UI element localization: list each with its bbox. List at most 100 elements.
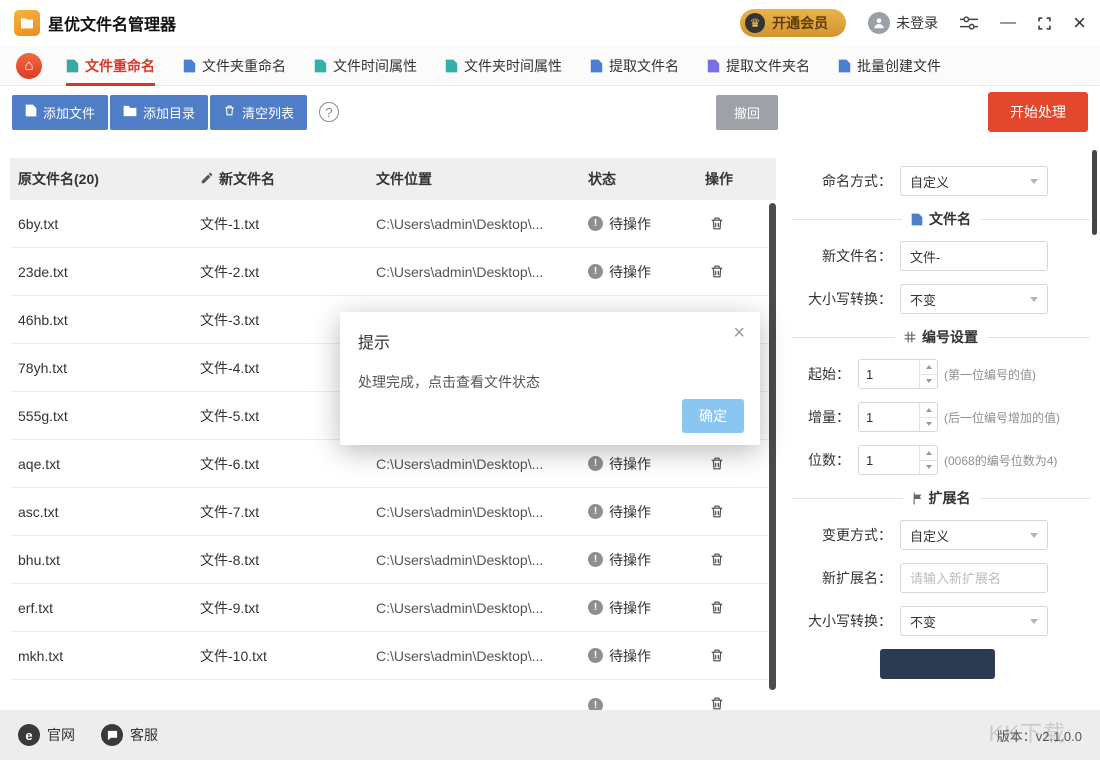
header-status: 状态 xyxy=(580,169,697,189)
new-filename: 文件-2.txt xyxy=(192,262,368,282)
chevron-down-icon xyxy=(1030,619,1038,624)
number-grid-icon xyxy=(904,331,916,343)
increment-input[interactable] xyxy=(859,403,919,431)
tab-icon xyxy=(707,59,720,73)
case-convert-value: 不变 xyxy=(910,290,936,309)
spin-up-icon[interactable] xyxy=(920,403,937,418)
info-icon: ! xyxy=(588,456,603,471)
add-folder-label: 添加目录 xyxy=(143,103,195,122)
clear-list-button[interactable]: 清空列表 xyxy=(210,95,307,130)
user-account[interactable]: 未登录 xyxy=(868,12,938,34)
ext-mode-value: 自定义 xyxy=(910,526,949,545)
vip-button[interactable]: ♛ 开通会员 xyxy=(740,9,846,37)
spin-up-icon[interactable] xyxy=(920,360,937,375)
close-button[interactable]: × xyxy=(1073,12,1086,34)
add-folder-button[interactable]: 添加目录 xyxy=(110,95,208,130)
tab-label: 文件时间属性 xyxy=(333,56,417,76)
new-filename-label: 新文件名： xyxy=(792,246,892,266)
new-ext-input[interactable] xyxy=(900,563,1048,593)
delete-row-button[interactable] xyxy=(709,647,725,664)
login-status: 未登录 xyxy=(896,13,938,33)
naming-mode-select[interactable]: 自定义 xyxy=(900,166,1048,196)
table-row: bhu.txt 文件-8.txt C:\Users\admin\Desktop\… xyxy=(10,536,776,584)
table-row: 23de.txt 文件-2.txt C:\Users\admin\Desktop… xyxy=(10,248,776,296)
official-site-label: 官网 xyxy=(47,725,75,745)
spin-down-icon[interactable] xyxy=(920,461,937,475)
dialog-close-icon[interactable]: × xyxy=(733,323,745,343)
status-text: 待操作 xyxy=(609,214,651,234)
tab[interactable]: 提取文件名 xyxy=(590,46,679,86)
file-location: C:\Users\admin\Desktop\... xyxy=(368,216,580,232)
original-filename: 78yh.txt xyxy=(10,360,192,376)
settings-panel: 命名方式： 自定义 文件名 新文件名： 大小写转换： 不变 xyxy=(792,138,1090,710)
delete-row-button[interactable] xyxy=(709,503,725,520)
increment-stepper[interactable] xyxy=(858,402,938,432)
home-button[interactable]: ⌂ xyxy=(16,53,42,79)
tab[interactable]: 文件重命名 xyxy=(66,46,155,86)
tab[interactable]: 文件夹重命名 xyxy=(183,46,286,86)
titlebar-right: ♛ 开通会员 未登录 — × xyxy=(740,9,1086,37)
delete-row-button[interactable] xyxy=(709,263,725,280)
tab[interactable]: 提取文件夹名 xyxy=(707,46,810,86)
ext-case-select[interactable]: 不变 xyxy=(900,606,1048,636)
title-bar: 星优文件名管理器 ♛ 开通会员 未登录 — × xyxy=(0,0,1100,46)
clipped-action-button[interactable] xyxy=(880,649,995,679)
trash-icon xyxy=(223,104,236,120)
tab-list: 文件重命名 文件夹重命名 文件时间属性 文件夹时间属性 提取文件名 提取文件夹名… xyxy=(66,46,941,86)
file-location: C:\Users\admin\Desktop\... xyxy=(368,648,580,664)
panel-scrollbar[interactable] xyxy=(1092,150,1097,235)
start-number-stepper[interactable] xyxy=(858,359,938,389)
add-file-button[interactable]: 添加文件 xyxy=(12,95,108,130)
spin-down-icon[interactable] xyxy=(920,418,937,432)
dialog-ok-button[interactable]: 确定 xyxy=(682,399,744,433)
naming-mode-value: 自定义 xyxy=(910,172,949,191)
file-status: ! 待操作 xyxy=(580,549,697,570)
undo-button[interactable]: 撤回 xyxy=(716,95,778,130)
delete-row-button[interactable] xyxy=(709,455,725,472)
start-number-input[interactable] xyxy=(859,360,919,388)
new-filename-input[interactable] xyxy=(900,241,1048,271)
spin-down-icon[interactable] xyxy=(920,375,937,389)
status-text: 待操作 xyxy=(609,598,651,618)
maximize-button[interactable] xyxy=(1038,17,1051,30)
tab-label: 批量创建文件 xyxy=(857,56,941,76)
case-convert-select[interactable]: 不变 xyxy=(900,284,1048,314)
delete-row-button[interactable] xyxy=(709,599,725,616)
new-filename-row: 新文件名： xyxy=(792,241,1090,271)
tab[interactable]: 文件时间属性 xyxy=(314,46,417,86)
table-scrollbar[interactable] xyxy=(769,203,776,690)
tab[interactable]: 文件夹时间属性 xyxy=(445,46,562,86)
app-title: 星优文件名管理器 xyxy=(48,11,176,35)
status-text: 待操作 xyxy=(609,646,651,666)
settings-sliders-icon[interactable] xyxy=(960,15,978,31)
tab-icon xyxy=(838,59,851,73)
table-row: 6by.txt 文件-1.txt C:\Users\admin\Desktop\… xyxy=(10,200,776,248)
start-process-button[interactable]: 开始处理 xyxy=(988,92,1088,132)
digits-hint: (0068的编号位数为4) xyxy=(944,452,1057,469)
delete-row-button[interactable] xyxy=(709,551,725,568)
customer-service-link[interactable]: 客服 xyxy=(101,724,158,746)
customer-service-label: 客服 xyxy=(130,725,158,745)
file-location: C:\Users\admin\Desktop\... xyxy=(368,552,580,568)
delete-row-button[interactable] xyxy=(709,215,725,232)
digits-input[interactable] xyxy=(859,446,919,474)
new-filename: 文件-1.txt xyxy=(192,214,368,234)
dialog-message: 处理完成，点击查看文件状态 xyxy=(358,372,540,392)
crown-icon: ♛ xyxy=(745,13,765,33)
start-number-row: 起始： (第一位编号的值) xyxy=(792,359,1090,389)
table-row: erf.txt 文件-9.txt C:\Users\admin\Desktop\… xyxy=(10,584,776,632)
digits-stepper[interactable] xyxy=(858,445,938,475)
spin-up-icon[interactable] xyxy=(920,446,937,461)
status-text: 待操作 xyxy=(609,502,651,522)
original-filename: mkh.txt xyxy=(10,648,192,664)
new-ext-row: 新扩展名： xyxy=(792,563,1090,593)
delete-row-button[interactable] xyxy=(709,695,725,710)
new-filename: 文件-6.txt xyxy=(192,454,368,474)
ext-mode-select[interactable]: 自定义 xyxy=(900,520,1048,550)
official-site-link[interactable]: e 官网 xyxy=(18,724,75,746)
minimize-button[interactable]: — xyxy=(1000,15,1016,31)
tab-bar: ⌂ 文件重命名 文件夹重命名 文件时间属性 文件夹时间属性 提取文件名 提取文件… xyxy=(0,46,1100,86)
help-icon[interactable]: ? xyxy=(319,102,339,122)
tab[interactable]: 批量创建文件 xyxy=(838,46,941,86)
file-location: C:\Users\admin\Desktop\... xyxy=(368,456,580,472)
